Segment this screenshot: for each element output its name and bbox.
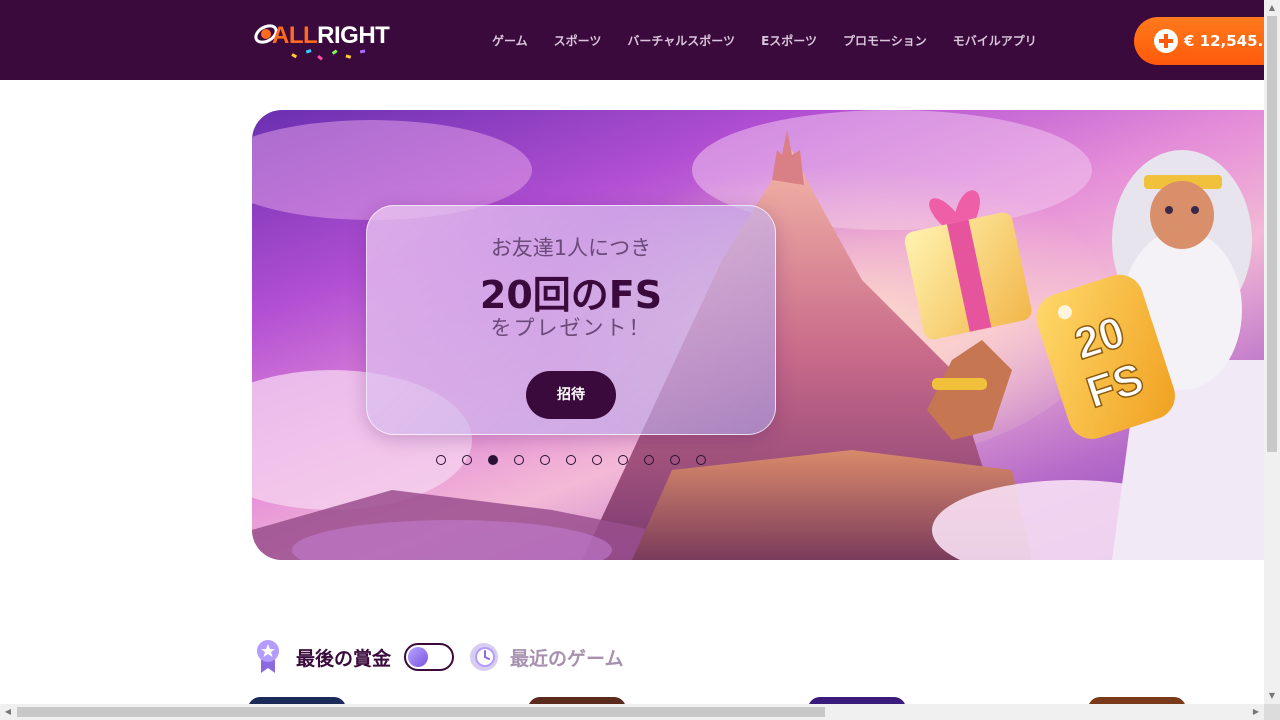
scroll-down-arrow-icon[interactable]: ▼ xyxy=(1264,688,1280,704)
nav-sports[interactable]: スポーツ xyxy=(554,32,602,49)
carousel-dot[interactable] xyxy=(696,455,706,465)
carousel-dots xyxy=(436,455,722,465)
promo-banner[interactable]: 20 FS お友達1人につき 20回のFS をプレゼント！ 招待 xyxy=(252,110,1264,560)
promo-tagline: をプレゼント！ xyxy=(490,316,652,340)
wins-recent-switch-row: 最後の賞金 最近のゲーム xyxy=(255,637,623,677)
carousel-dot-active[interactable] xyxy=(488,455,498,465)
vertical-scroll-thumb[interactable] xyxy=(1267,16,1277,452)
promo-subtitle: お友達1人につき xyxy=(490,236,652,260)
latest-wins-label[interactable]: 最後の賞金 xyxy=(296,644,391,671)
wins-recent-toggle[interactable] xyxy=(404,643,455,671)
main-nav: ゲーム スポーツ バーチャルスポーツ Eスポーツ プロモーション モバイルアプリ xyxy=(480,0,1063,80)
carousel-dot[interactable] xyxy=(436,455,446,465)
scroll-right-arrow-icon[interactable]: ▶ xyxy=(1248,704,1264,720)
nav-games[interactable]: ゲーム xyxy=(492,32,528,49)
promo-title: 20回のFS xyxy=(479,273,663,317)
carousel-dot[interactable] xyxy=(670,455,680,465)
clock-history-icon xyxy=(470,643,499,671)
carousel-dot[interactable] xyxy=(566,455,576,465)
recent-games-label[interactable]: 最近のゲーム xyxy=(510,644,623,671)
medal-icon xyxy=(257,640,279,673)
nav-mobile-app[interactable]: モバイルアプリ xyxy=(953,32,1037,49)
nav-virtual-sports[interactable]: バーチャルスポーツ xyxy=(627,32,735,49)
top-header: ALLRIGHT ゲーム スポーツ バーチャルスポーツ Eスポーツ プロモーショ… xyxy=(0,0,1280,80)
invite-button[interactable]: 招待 xyxy=(526,371,616,419)
promo-card: お友達1人につき 20回のFS をプレゼント！ 招待 xyxy=(366,205,776,435)
carousel-dot[interactable] xyxy=(592,455,602,465)
horizontal-scrollbar[interactable]: ◀ ▶ xyxy=(0,704,1264,720)
plus-icon xyxy=(1154,29,1178,53)
logo-text: ALLRIGHT xyxy=(272,22,390,49)
carousel-dot[interactable] xyxy=(618,455,628,465)
scrollbar-corner xyxy=(1264,704,1280,720)
nav-esports[interactable]: Eスポーツ xyxy=(761,32,817,49)
scroll-left-arrow-icon[interactable]: ◀ xyxy=(0,704,16,720)
deposit-balance-button[interactable]: € 12,545.0 xyxy=(1134,17,1280,65)
toggle-knob xyxy=(408,647,429,667)
confetti-icon xyxy=(291,49,366,61)
carousel-dot[interactable] xyxy=(540,455,550,465)
balance-amount: € 12,545.0 xyxy=(1184,32,1274,50)
carousel-dot[interactable] xyxy=(514,455,524,465)
scroll-up-arrow-icon[interactable]: ▲ xyxy=(1264,0,1280,16)
carousel-dot[interactable] xyxy=(644,455,654,465)
allright-logo[interactable]: ALLRIGHT xyxy=(252,18,394,64)
vertical-scrollbar[interactable]: ▲ ▼ xyxy=(1264,0,1280,704)
nav-promotions[interactable]: プロモーション xyxy=(843,32,927,49)
horizontal-scroll-thumb[interactable] xyxy=(17,707,825,717)
carousel-dot[interactable] xyxy=(462,455,472,465)
